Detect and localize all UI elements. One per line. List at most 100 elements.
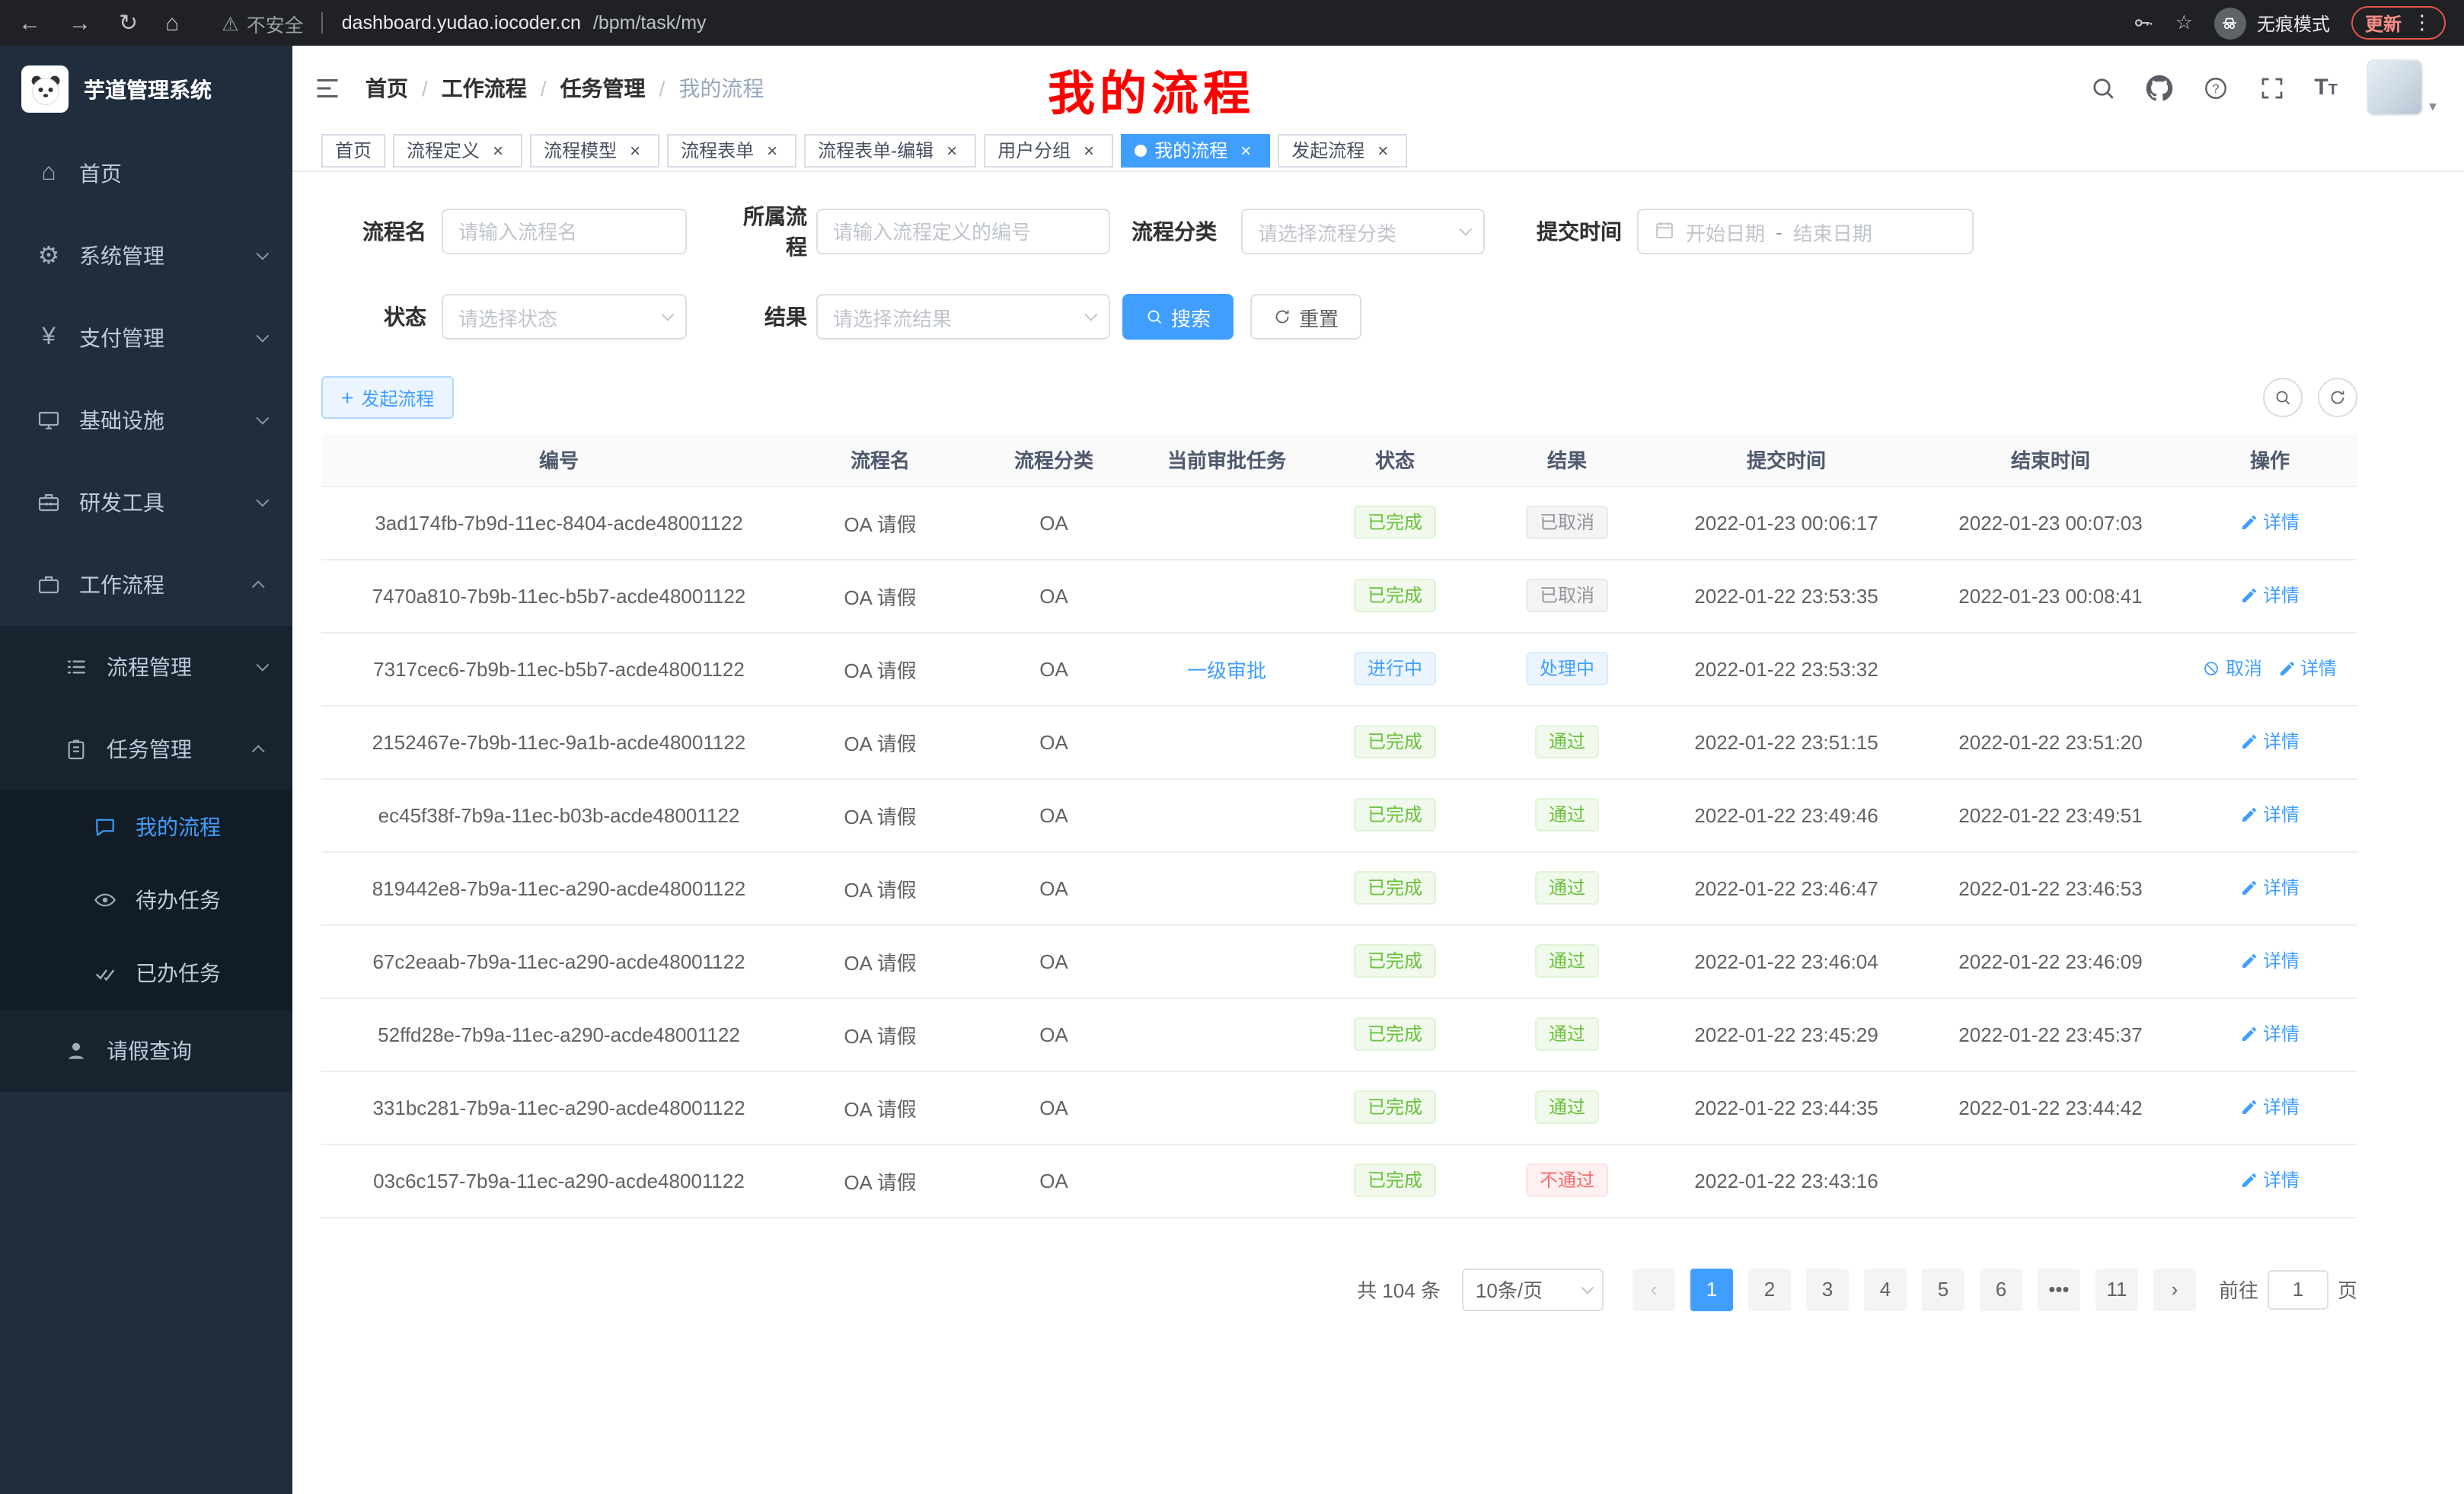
cell-id: 03c6c157-7b9a-11ec-a290-acde48001122 (321, 1144, 796, 1217)
browser-reload-icon[interactable]: ↻ (119, 9, 138, 37)
detail-link[interactable]: 详情 (2277, 656, 2337, 682)
browser-forward-icon[interactable]: → (69, 10, 91, 36)
logo-image (21, 65, 69, 113)
search-button[interactable]: 搜索 (1122, 294, 1234, 340)
close-tab-icon[interactable]: × (624, 139, 646, 161)
cell-current-task (1144, 486, 1310, 559)
page-size-select[interactable]: 10条/页 (1462, 1268, 1604, 1310)
font-size-icon[interactable]: TT (2314, 75, 2338, 101)
process-name-input[interactable] (442, 209, 687, 254)
chevron-down-icon (256, 494, 269, 507)
more-pages-button[interactable]: ••• (2038, 1268, 2080, 1310)
table-row: 331bc281-7b9a-11ec-a290-acde48001122 OA … (321, 1071, 2357, 1144)
page-button-3[interactable]: 3 (1806, 1268, 1849, 1310)
col-result: 结果 (1480, 434, 1654, 486)
sidebar-item-payment-management[interactable]: ¥ 支付管理 (0, 297, 292, 379)
sidebar-item-dev-tools[interactable]: 研发工具 (0, 461, 292, 544)
page-button-1[interactable]: 1 (1690, 1268, 1733, 1310)
sidebar-item-done-tasks[interactable]: 已办任务 (0, 937, 292, 1010)
detail-link[interactable]: 详情 (2240, 948, 2300, 974)
sidebar-item-workflow[interactable]: 工作流程 (0, 544, 292, 626)
page-button-2[interactable]: 2 (1748, 1268, 1791, 1310)
tab-home[interactable]: 首页 (321, 133, 385, 167)
detail-link[interactable]: 详情 (2240, 1094, 2300, 1120)
reset-button[interactable]: 重置 (1250, 294, 1361, 340)
tab-process-form[interactable]: 流程表单× (667, 133, 796, 167)
sidebar-item-task-management[interactable]: 任务管理 (0, 708, 292, 790)
cell-end-time: 2022-01-23 00:07:03 (1919, 486, 2182, 559)
address-bar[interactable]: ⚠ 不安全 dashboard.yudao.iocoder.cn/bpm/tas… (222, 8, 706, 37)
tab-start-process[interactable]: 发起流程× (1278, 133, 1407, 167)
detail-link[interactable]: 详情 (2240, 583, 2300, 608)
password-key-icon[interactable] (2133, 12, 2154, 34)
browser-menu-dots-icon[interactable]: ⋮ (2412, 11, 2432, 35)
goto-label: 前往 (2219, 1275, 2258, 1304)
detail-link[interactable]: 详情 (2240, 1021, 2300, 1047)
tab-user-group[interactable]: 用户分组× (984, 133, 1113, 167)
detail-link[interactable]: 详情 (2240, 509, 2300, 535)
page-button-5[interactable]: 5 (1922, 1268, 1964, 1310)
browser-home-icon[interactable]: ⌂ (165, 10, 179, 36)
submit-time-range-picker[interactable]: 开始日期 - 结束日期 (1637, 209, 1974, 254)
cell-submit-time: 2022-01-22 23:45:29 (1654, 998, 1919, 1071)
sidebar-item-process-management[interactable]: 流程管理 (0, 626, 292, 708)
cell-category: OA (964, 1071, 1144, 1144)
goto-page-input[interactable] (2268, 1269, 2328, 1309)
sidebar-item-leave-query[interactable]: 请假查询 (0, 1010, 292, 1092)
sidebar-item-home[interactable]: ⌂ 首页 (0, 132, 292, 215)
sidebar-item-my-process[interactable]: 我的流程 (0, 790, 292, 864)
cell-name: OA 请假 (796, 559, 964, 632)
incognito-indicator: 无痕模式 (2214, 7, 2330, 39)
github-icon[interactable] (2145, 74, 2172, 101)
refresh-table-button[interactable] (2318, 378, 2357, 417)
page-button-4[interactable]: 4 (1864, 1268, 1907, 1310)
page-button-11[interactable]: 11 (2095, 1268, 2138, 1310)
detail-link[interactable]: 详情 (2240, 875, 2300, 901)
collapse-sidebar-icon[interactable] (314, 74, 341, 101)
tab-process-definition[interactable]: 流程定义× (393, 133, 522, 167)
result-select[interactable]: 请选择流结果 (816, 294, 1110, 340)
sidebar-item-infrastructure[interactable]: 基础设施 (0, 379, 292, 461)
status-select[interactable]: 请选择状态 (442, 294, 687, 340)
page-button-6[interactable]: 6 (1980, 1268, 2022, 1310)
bookmark-star-icon[interactable]: ☆ (2175, 11, 2193, 35)
detail-link[interactable]: 详情 (2240, 802, 2300, 828)
search-icon[interactable] (2089, 74, 2116, 101)
cell-end-time: 2022-01-22 23:45:37 (1919, 998, 2182, 1071)
detail-link[interactable]: 详情 (2240, 729, 2300, 755)
next-page-button[interactable]: › (2153, 1268, 2196, 1310)
avatar[interactable] (2367, 59, 2423, 116)
breadcrumb-task-management[interactable]: 任务管理 (560, 72, 646, 103)
tab-process-form-edit[interactable]: 流程表单-编辑× (804, 133, 976, 167)
user-avatar-menu[interactable]: ▾ (2367, 59, 2437, 116)
tab-process-model[interactable]: 流程模型× (530, 133, 659, 167)
close-tab-icon[interactable]: × (1372, 139, 1393, 161)
detail-link[interactable]: 详情 (2240, 1167, 2300, 1193)
tab-my-process[interactable]: 我的流程× (1121, 133, 1270, 167)
chevron-down-icon (256, 247, 269, 260)
cell-end-time (1919, 1144, 2182, 1217)
sidebar-item-todo-tasks[interactable]: 待办任务 (0, 864, 292, 937)
close-tab-icon[interactable]: × (941, 139, 962, 161)
cell-submit-time: 2022-01-22 23:53:32 (1654, 632, 1919, 705)
close-tab-icon[interactable]: × (761, 139, 783, 161)
cancel-link[interactable]: 取消 (2203, 656, 2262, 682)
start-process-button[interactable]: + 发起流程 (321, 376, 454, 419)
monitor-icon (35, 408, 62, 433)
close-tab-icon[interactable]: × (1078, 139, 1100, 161)
breadcrumb-workflow[interactable]: 工作流程 (442, 72, 527, 103)
breadcrumb-home[interactable]: 首页 (365, 72, 408, 103)
fullscreen-icon[interactable] (2258, 74, 2285, 101)
category-select[interactable]: 请选择流程分类 (1241, 209, 1485, 254)
browser-back-icon[interactable]: ← (18, 10, 41, 36)
current-task-link[interactable]: 一级审批 (1187, 659, 1266, 682)
prev-page-button[interactable]: ‹ (1633, 1268, 1675, 1310)
sidebar-item-system-management[interactable]: ⚙ 系统管理 (0, 215, 292, 297)
toggle-search-button[interactable] (2263, 378, 2303, 417)
close-tab-icon[interactable]: × (1235, 139, 1256, 161)
browser-update-button[interactable]: 更新 ⋮ (2351, 6, 2446, 40)
help-icon[interactable] (2201, 74, 2229, 101)
close-tab-icon[interactable]: × (487, 139, 509, 161)
active-tab-dot-icon (1135, 144, 1147, 156)
process-definition-input[interactable] (816, 209, 1110, 254)
